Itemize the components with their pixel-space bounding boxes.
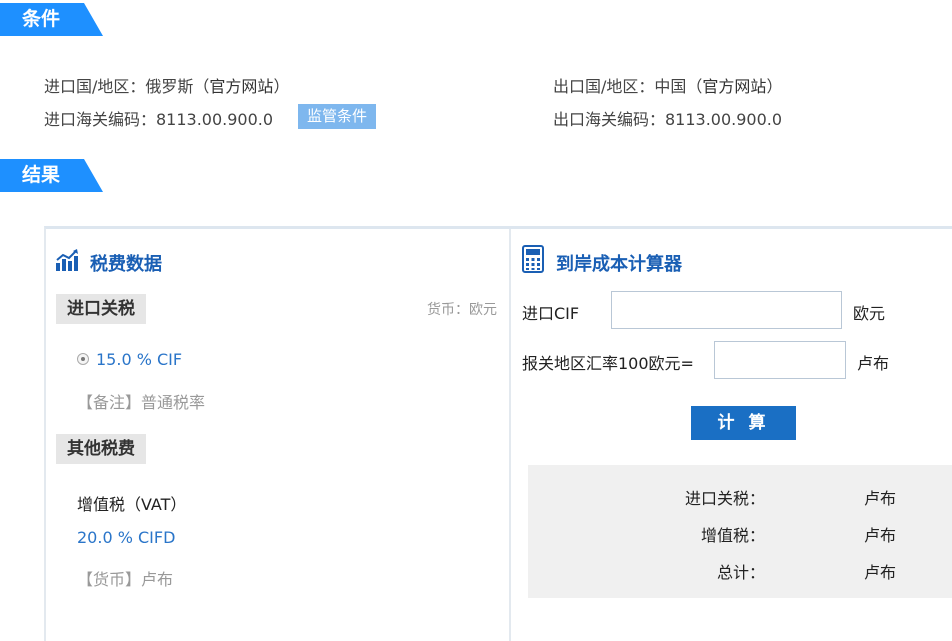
import-duty-heading: 进口关税: [56, 294, 146, 324]
result-label-total: 总计：: [716, 563, 765, 582]
regulatory-conditions-button[interactable]: 监管条件: [298, 104, 377, 129]
result-label-vat: 增值税：: [700, 526, 765, 545]
exchange-rate-label: 报关地区汇率100欧元=: [522, 354, 694, 373]
rate-radio-icon[interactable]: [77, 353, 89, 365]
result-unit-vat: 卢布: [864, 526, 897, 545]
paren-close: ）: [273, 77, 290, 96]
import-official-site-link[interactable]: 官方网站: [209, 77, 273, 96]
export-country-line: 出口国/地区：中国（官方网站）: [553, 73, 782, 97]
vat-label: 增值税（VAT）: [77, 495, 187, 514]
result-unit-total: 卢布: [864, 563, 897, 582]
cif-input[interactable]: [611, 291, 842, 329]
paren-close: ）: [766, 77, 783, 96]
calculator-icon: [522, 245, 544, 273]
exchange-rate-input[interactable]: [714, 341, 846, 379]
import-country-line: 进口国/地区：俄罗斯（官方网站）: [44, 73, 289, 97]
result-label-import-duty: 进口关税：: [684, 489, 765, 508]
result-unit-import-duty: 卢布: [864, 489, 897, 508]
cif-unit: 欧元: [853, 304, 886, 323]
calculate-button[interactable]: 计 算: [691, 406, 796, 440]
import-duty-rate: 15.0 % CIF: [96, 350, 183, 369]
tariff-query-page: 条件 进口国/地区：俄罗斯（官方网站） 出口国/地区：中国（官方网站） 进口海关…: [0, 0, 952, 641]
bar-chart-trend-icon: [56, 249, 78, 271]
exchange-rate-unit: 卢布: [857, 354, 890, 373]
import-country-label: 进口国/地区：俄罗斯: [44, 77, 194, 96]
cif-label: 进口CIF: [522, 304, 580, 323]
results-section-flag: 结果: [0, 159, 103, 192]
vat-currency: 【货币】卢布: [77, 570, 174, 589]
export-country-label: 出口国/地区：中国: [553, 77, 687, 96]
paren-open: （: [686, 77, 703, 96]
import-duty-remark: 【备注】普通税率: [77, 393, 206, 412]
import-hs-code: 进口海关编码：8113.00.900.0: [44, 110, 274, 129]
conditions-section-flag: 条件: [0, 3, 103, 36]
other-taxes-heading: 其他税费: [56, 434, 146, 464]
export-hs-code: 出口海关编码：8113.00.900.0: [553, 110, 783, 129]
paren-open: （: [193, 77, 210, 96]
panel-divider: [509, 229, 511, 641]
tax-data-title: 税费数据: [90, 254, 162, 275]
calculator-title: 到岸成本计算器: [556, 254, 682, 275]
vat-rate: 20.0 % CIFD: [77, 528, 176, 547]
export-official-site-link[interactable]: 官方网站: [702, 77, 766, 96]
currency-note: 货币：欧元: [427, 302, 497, 318]
calculation-results: 进口关税： 卢布 增值税： 卢布 总计： 卢布: [528, 465, 952, 598]
